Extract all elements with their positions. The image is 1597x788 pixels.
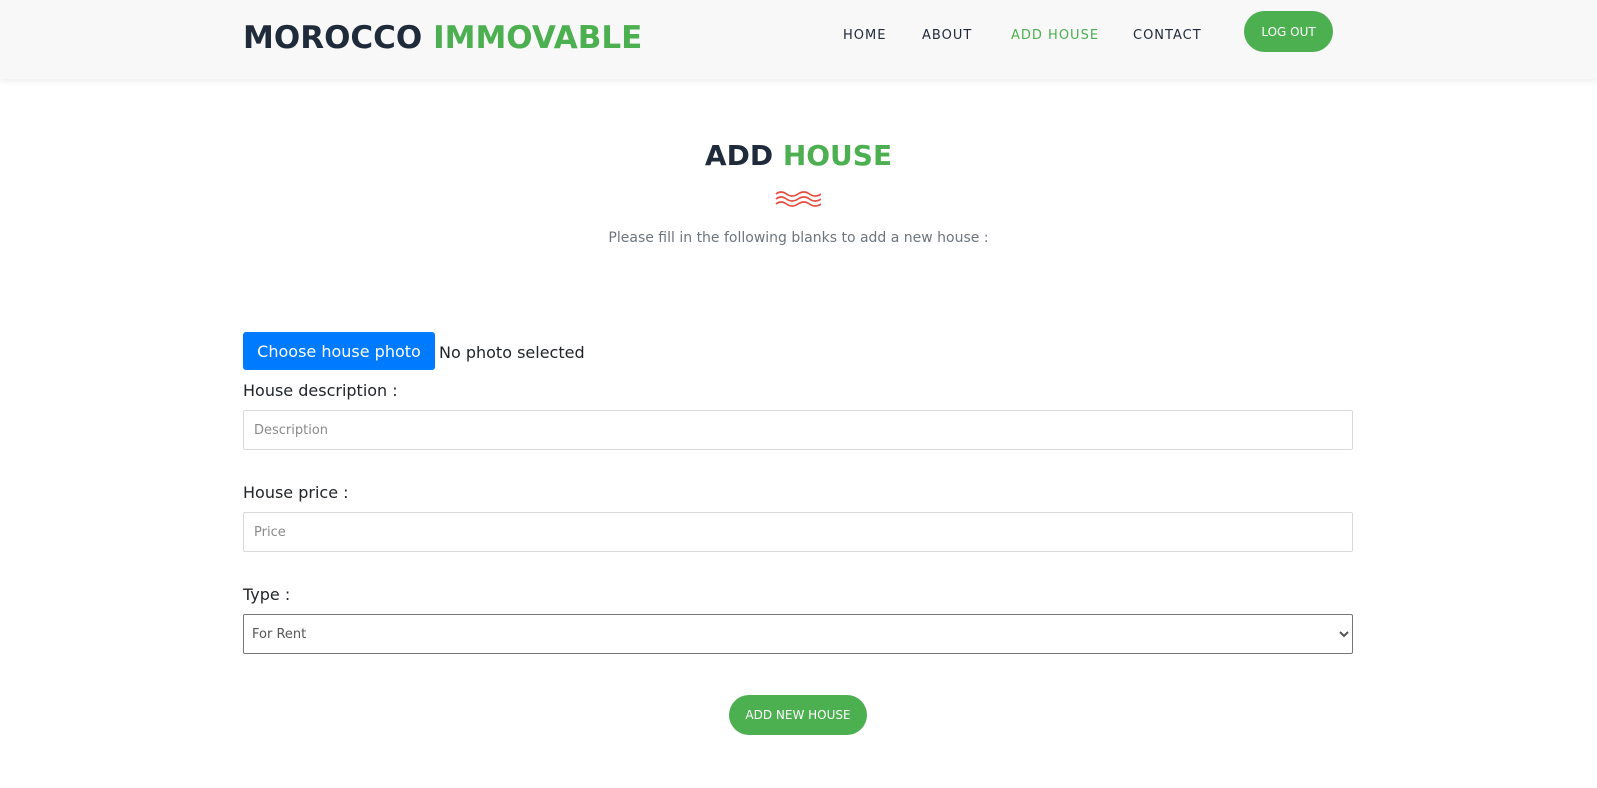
page-subtitle: Please fill in the following blanks to a… bbox=[608, 230, 989, 246]
brand-logo[interactable]: MOROCCO IMMOVABLE bbox=[243, 18, 642, 58]
description-input[interactable] bbox=[243, 410, 1353, 450]
page-title: ADD HOUSE bbox=[0, 136, 1597, 176]
page-title-part1: ADD bbox=[704, 139, 774, 172]
page-title-part2: HOUSE bbox=[782, 139, 893, 172]
price-input[interactable] bbox=[243, 512, 1353, 552]
price-label: House price : bbox=[243, 483, 349, 502]
brand-name-part1: MOROCCO bbox=[243, 20, 423, 56]
wave-divider-icon bbox=[775, 191, 821, 207]
type-select[interactable]: For Rent bbox=[243, 614, 1353, 654]
description-label: House description : bbox=[243, 381, 398, 400]
nav-link-home[interactable]: HOME bbox=[843, 28, 886, 43]
choose-photo-button[interactable]: Choose house photo bbox=[243, 332, 435, 370]
top-navbar: MOROCCO IMMOVABLE HOME ABOUT ADD HOUSE C… bbox=[0, 0, 1597, 79]
photo-status-text: No photo selected bbox=[439, 343, 585, 362]
nav-link-contact[interactable]: CONTACT bbox=[1133, 28, 1202, 43]
nav-link-about[interactable]: ABOUT bbox=[922, 28, 972, 43]
logout-button[interactable]: LOG OUT bbox=[1244, 11, 1333, 52]
add-new-house-button[interactable]: ADD NEW HOUSE bbox=[729, 695, 867, 735]
nav-link-add-house[interactable]: ADD HOUSE bbox=[1011, 28, 1099, 43]
brand-name-part2: IMMOVABLE bbox=[433, 20, 643, 56]
type-label: Type : bbox=[243, 585, 291, 604]
